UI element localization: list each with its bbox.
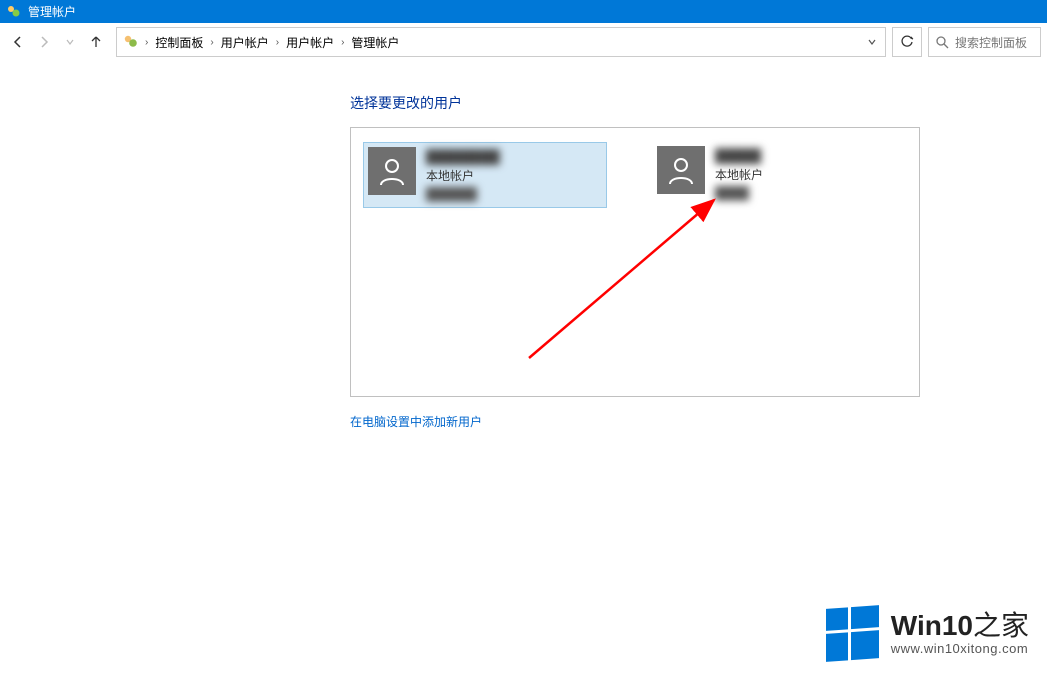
title-bar: 管理帐户 xyxy=(0,0,1047,23)
annotation-arrow xyxy=(519,188,739,368)
user-avatar-icon xyxy=(368,147,416,195)
watermark-url: www.win10xitong.com xyxy=(891,642,1029,656)
user-card[interactable]: █████ 本地帐户 ████ xyxy=(653,142,897,208)
breadcrumb-control-panel[interactable]: 控制面板 xyxy=(152,30,206,55)
search-icon xyxy=(935,35,949,49)
user-info: █████ 本地帐户 ████ xyxy=(715,146,763,204)
user-extra: ██████ xyxy=(426,185,500,203)
back-button[interactable] xyxy=(6,30,30,54)
users-container: ████████ 本地帐户 ██████ █████ 本地帐户 ████ xyxy=(350,127,920,397)
recent-dropdown[interactable] xyxy=(58,30,82,54)
up-button[interactable] xyxy=(84,30,108,54)
breadcrumb-user-accounts-1[interactable]: 用户帐户 xyxy=(218,30,272,55)
forward-button[interactable] xyxy=(32,30,56,54)
user-account-type: 本地帐户 xyxy=(715,166,763,184)
content-area: 选择要更改的用户 ████████ 本地帐户 ██████ █ xyxy=(0,61,1047,431)
breadcrumb-manage-accounts[interactable]: 管理帐户 xyxy=(348,30,402,55)
search-input[interactable]: 搜索控制面板 xyxy=(928,27,1041,57)
navigation-bar: › 控制面板 › 用户帐户 › 用户帐户 › 管理帐户 搜索控制面板 xyxy=(0,23,1047,61)
user-account-type: 本地帐户 xyxy=(426,167,500,185)
add-user-link[interactable]: 在电脑设置中添加新用户 xyxy=(350,413,482,430)
watermark-title: Win10之家 xyxy=(891,611,1029,642)
chevron-right-icon[interactable]: › xyxy=(276,37,279,48)
watermark: Win10之家 www.win10xitong.com xyxy=(826,607,1029,660)
page-heading: 选择要更改的用户 xyxy=(350,93,1047,113)
user-name: ████████ xyxy=(426,147,500,167)
chevron-right-icon[interactable]: › xyxy=(341,37,344,48)
chevron-right-icon[interactable]: › xyxy=(210,37,213,48)
app-icon xyxy=(6,4,22,20)
breadcrumb-user-accounts-2[interactable]: 用户帐户 xyxy=(283,30,337,55)
address-bar[interactable]: › 控制面板 › 用户帐户 › 用户帐户 › 管理帐户 xyxy=(116,27,886,57)
chevron-right-icon[interactable]: › xyxy=(145,37,148,48)
user-info: ████████ 本地帐户 ██████ xyxy=(426,147,500,203)
user-card[interactable]: ████████ 本地帐户 ██████ xyxy=(363,142,607,208)
refresh-button[interactable] xyxy=(892,27,922,57)
user-name: █████ xyxy=(715,146,763,166)
search-placeholder: 搜索控制面板 xyxy=(955,34,1027,51)
windows-logo-icon xyxy=(826,605,879,662)
user-extra: ████ xyxy=(715,184,763,202)
user-avatar-icon xyxy=(657,146,705,194)
user-accounts-icon xyxy=(121,32,141,52)
address-dropdown-button[interactable] xyxy=(861,29,883,55)
window-title: 管理帐户 xyxy=(28,3,76,20)
